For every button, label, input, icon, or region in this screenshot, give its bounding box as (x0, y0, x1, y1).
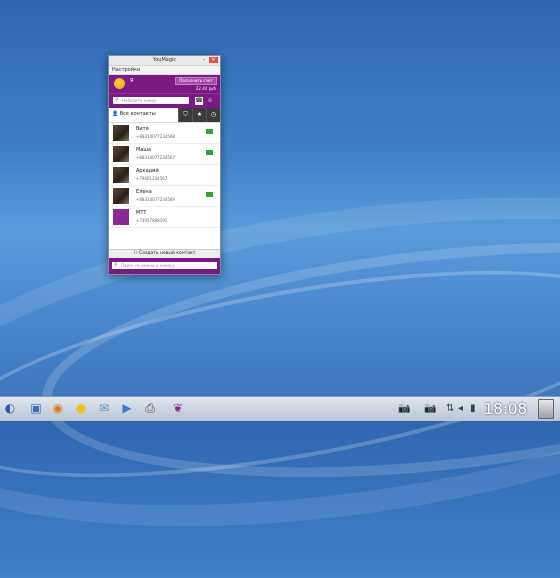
list-item[interactable]: МТТ +74957898191 (109, 207, 220, 228)
contact-phone: +79001234567 (136, 176, 168, 181)
create-contact-button[interactable]: ⚇ Создать новый контакт (109, 249, 220, 258)
media-player-icon[interactable]: ▶ (119, 400, 135, 416)
mail-icon[interactable] (206, 129, 213, 134)
list-item[interactable]: Маша +88314077234567 (109, 144, 220, 165)
screenshot-icon[interactable]: ⎙ (142, 400, 158, 416)
close-button[interactable]: ✕ (209, 57, 218, 63)
desktop-icon[interactable]: ▣ (28, 400, 44, 416)
list-item[interactable]: Елена +88314077234569 (109, 186, 220, 207)
contact-list: Витя +88314077234568 Маша +8831407723456… (109, 123, 220, 243)
messenger-icon[interactable]: ● (73, 400, 89, 416)
balance-label: 22.44 руб (195, 86, 216, 91)
contact-avatar (113, 209, 129, 225)
contact-phone: +74957898191 (136, 218, 168, 223)
clock[interactable]: 18:08 (484, 400, 527, 418)
contact-avatar (113, 167, 129, 183)
minimize-button[interactable]: – (201, 57, 207, 63)
tab-all-contacts[interactable]: 👤 Все контакты (112, 111, 156, 117)
contact-name: Елена (136, 189, 152, 195)
create-contact-label: Создать новый контакт (139, 251, 196, 256)
youmagic-icon[interactable]: ❦ (170, 400, 186, 416)
window-titlebar[interactable]: YouMagic – ✕ (109, 56, 220, 66)
clock-icon[interactable]: ◷ (206, 108, 220, 122)
contact-phone: +88314077234568 (136, 134, 175, 139)
start-menu-icon[interactable]: ◐ (2, 400, 18, 416)
bottom-search-bar: ⚲ Поиск по имени и номеру (109, 258, 220, 274)
menu-settings[interactable]: Настройки (109, 66, 220, 75)
trash-icon[interactable] (538, 399, 554, 419)
contact-name: Маша (136, 147, 152, 153)
keypad-icon[interactable]: ⁞⁞ (206, 97, 214, 105)
topup-button[interactable]: Пополнить счет (175, 77, 217, 85)
user-name[interactable]: Я (130, 78, 133, 84)
firefox-icon[interactable]: ◉ (50, 400, 66, 416)
avatar[interactable] (114, 78, 125, 89)
star-icon[interactable]: ★ (192, 108, 206, 122)
search-input[interactable]: ⚲ Поиск по имени и номеру (112, 262, 217, 269)
camera-icon[interactable]: 📷 (398, 402, 410, 416)
search-placeholder: Поиск по имени и номеру (121, 263, 176, 268)
camera-icon[interactable]: 📷 (424, 402, 436, 416)
contact-name: Витя (136, 126, 149, 132)
contact-tabs: 👤 Все контакты ⛉ ★ ◷ (109, 108, 220, 123)
dial-placeholder: Наберите номер (122, 98, 157, 103)
contact-avatar (113, 146, 129, 162)
taskbar: ◐ ▣ ◉ ● ✉ ▶ ⎙ ❦ 📷 📷 ⇅ ◂ ▮ 18:08 (0, 396, 560, 421)
search-icon: ⚲ (114, 262, 118, 268)
search-icon: ⚲ (115, 97, 119, 103)
user-bar: Я Пополнить счет 22.44 руб (109, 75, 220, 93)
contact-phone: +88314077234569 (136, 197, 175, 202)
tab-all-contacts-label: Все контакты (119, 111, 156, 117)
dial-row: ⚲ Наберите номер ☎ ⁞⁞ (109, 93, 220, 108)
contact-name: МТТ (136, 210, 147, 216)
dial-input[interactable]: ⚲ Наберите номер (113, 97, 189, 104)
mail-icon[interactable] (206, 192, 213, 197)
call-button[interactable]: ☎ (195, 97, 203, 105)
network-icon[interactable]: ⇅ (446, 402, 454, 416)
person-icon: 👤 (112, 111, 119, 117)
battery-icon[interactable]: ▮ (470, 402, 476, 416)
mail-icon[interactable] (206, 150, 213, 155)
list-item[interactable]: Витя +88314077234568 (109, 123, 220, 144)
shield-icon[interactable]: ⛉ (178, 108, 192, 122)
contact-avatar (113, 188, 129, 204)
contact-avatar (113, 125, 129, 141)
volume-icon[interactable]: ◂ (458, 402, 463, 416)
youmagic-window: YouMagic – ✕ Настройки Я Пополнить счет … (108, 55, 221, 275)
mail-icon[interactable]: ✉ (96, 400, 112, 416)
contact-name: Аркадий (136, 168, 159, 174)
contact-phone: +88314077234567 (136, 155, 175, 160)
list-item[interactable]: Аркадий +79001234567 (109, 165, 220, 186)
